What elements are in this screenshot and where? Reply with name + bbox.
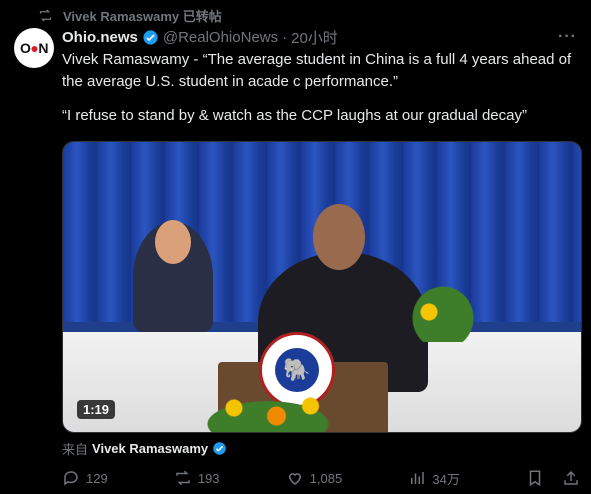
- secondary-actions: [526, 469, 580, 487]
- like-count: 1,085: [309, 470, 343, 486]
- author-handle[interactable]: @RealOhioNews: [163, 29, 278, 46]
- verified-badge-icon: [143, 29, 158, 45]
- tweet-paragraph-1: Vivek Ramaswamy - “The average student i…: [62, 51, 572, 90]
- reply-count: 129: [86, 470, 108, 486]
- action-bar: 129 193 1,085 34万: [62, 467, 580, 489]
- share-icon[interactable]: [562, 469, 580, 487]
- repost-text: Vivek Ramaswamy 已转帖: [63, 8, 222, 24]
- heart-icon: [288, 473, 301, 485]
- speaker-head: [313, 204, 365, 270]
- tweet-header: Ohio.news @RealOhioNews · 20小时: [62, 27, 338, 48]
- reply-icon: [64, 471, 78, 486]
- verified-badge-icon: [213, 441, 226, 455]
- bookmark-icon[interactable]: [526, 469, 544, 487]
- repost-count: 193: [197, 470, 220, 486]
- repost-button[interactable]: 193: [174, 469, 220, 487]
- avatar-o-mark: ●: [30, 40, 39, 56]
- attribution-name[interactable]: Vivek Ramaswamy: [92, 441, 208, 456]
- author-name[interactable]: Ohio.news: [62, 29, 138, 46]
- flower-arrangement-right: [408, 282, 478, 342]
- flower-arrangement: [183, 392, 353, 432]
- repost-icon: [39, 8, 52, 22]
- like-button[interactable]: 1,085: [286, 469, 343, 487]
- analytics-icon: [411, 472, 425, 484]
- reply-button[interactable]: 129: [62, 469, 108, 487]
- elephant-icon: 🐘: [275, 348, 319, 392]
- seated-man-head: [155, 220, 191, 264]
- avatar[interactable]: O ● N: [14, 28, 54, 68]
- video-player[interactable]: 🐘 1:19: [62, 141, 582, 433]
- tweet-text: Vivek Ramaswamy - “The average student i…: [62, 49, 582, 127]
- views-button[interactable]: 34万: [408, 469, 460, 488]
- attribution: 来自 Vivek Ramaswamy: [62, 439, 227, 457]
- attribution-prefix: 来自: [62, 441, 89, 457]
- repost-indicator[interactable]: Vivek Ramaswamy 已转帖: [38, 7, 222, 24]
- post-time[interactable]: 20小时: [291, 27, 338, 48]
- view-count: 34万: [432, 471, 460, 487]
- repost-icon: [176, 470, 190, 486]
- separator-dot: ·: [282, 28, 288, 46]
- more-options-icon[interactable]: ···: [558, 28, 577, 46]
- video-duration: 1:19: [77, 400, 116, 419]
- tweet-paragraph-2: “I refuse to stand by & watch as the CCP…: [62, 107, 527, 124]
